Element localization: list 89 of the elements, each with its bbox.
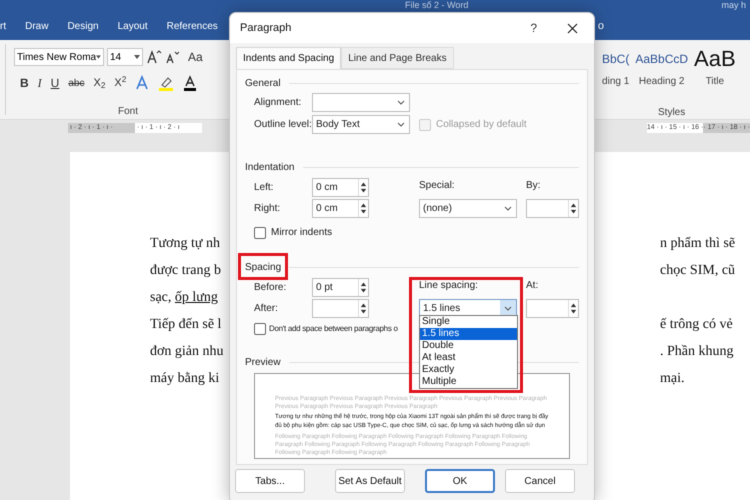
field-label: Line spacing:	[419, 279, 479, 293]
ribbon-tab[interactable]: References	[166, 18, 218, 34]
field-label: Left:	[254, 181, 274, 195]
dialog-button[interactable]: Cancel	[505, 469, 575, 493]
at-field[interactable]	[526, 299, 579, 318]
grow-font-icon[interactable]	[146, 49, 162, 65]
section-heading: Preview	[245, 356, 281, 370]
dropdown-option[interactable]: 1.5 lines	[420, 328, 517, 340]
field-label: At:	[526, 279, 540, 293]
dialog-title: Paragraph	[240, 20, 292, 36]
style-gallery-item[interactable]: AaBbCcD Heading 2	[635, 44, 688, 89]
document-text: chọc SIM, cũ	[660, 262, 736, 280]
dialog-tab[interactable]: Line and Page Breaks	[341, 47, 454, 69]
field-label: Right:	[254, 202, 282, 216]
font-name-field[interactable]: Times New Roma	[14, 48, 104, 66]
font-color-icon[interactable]	[183, 75, 198, 91]
field-label: Special:	[419, 179, 456, 193]
bold-button[interactable]: B	[20, 74, 29, 92]
dropdown-arrow-icon[interactable]	[134, 55, 140, 59]
shrink-font-icon[interactable]	[165, 49, 179, 65]
document-text: n phẩm thì sẽ	[660, 235, 736, 253]
checkbox-label: Mirror indents	[271, 226, 332, 240]
document-text: máy bằng ki	[150, 370, 220, 388]
dropdown-option[interactable]: Double	[420, 340, 517, 352]
document-text: được trang b	[150, 262, 222, 280]
underline-button[interactable]: U	[50, 74, 60, 92]
highlight-frame	[238, 253, 288, 280]
checkbox[interactable]	[254, 226, 266, 238]
dropdown-option[interactable]: Multiple	[420, 376, 517, 388]
style-gallery-item[interactable]: AaB Title	[694, 44, 736, 89]
checkbox[interactable]	[254, 323, 266, 335]
checkbox-label: Don't add space between paragraphs o	[269, 323, 398, 335]
spacing-after-field[interactable]	[312, 299, 369, 318]
ribbon-tab[interactable]: o	[598, 18, 604, 34]
user-name: may h	[721, 0, 746, 10]
dropdown-option[interactable]: Single	[420, 316, 517, 328]
dialog-tab[interactable]: Indents and Spacing	[236, 47, 342, 69]
spinner-arrows-icon[interactable]	[358, 300, 368, 317]
close-icon[interactable]	[567, 22, 578, 34]
text-effects-icon[interactable]	[135, 75, 150, 91]
group-label: Font	[118, 105, 140, 119]
dropdown-arrow-icon[interactable]	[96, 55, 101, 59]
field-label: By:	[526, 179, 542, 193]
ribbon-tab[interactable]: Design	[67, 18, 99, 34]
field-label: Before:	[254, 281, 288, 295]
section-heading: Indentation	[245, 160, 294, 174]
dialog-button[interactable]: Set As Default	[335, 469, 405, 493]
document-text: ế trông có vẻ	[660, 316, 733, 334]
section-heading: General	[245, 76, 281, 90]
spinner-arrows-icon[interactable]	[358, 179, 368, 196]
change-case-button[interactable]: Aa	[188, 48, 203, 66]
strike-button[interactable]: abc	[68, 76, 84, 90]
spinner-arrows-icon[interactable]	[568, 200, 578, 217]
field-label: Alignment:	[254, 96, 302, 110]
by-field[interactable]	[526, 199, 579, 218]
window-title: File số 2 - Word	[405, 0, 468, 10]
spacing-before-field[interactable]: 0 pt	[312, 278, 369, 297]
outline-level-select[interactable]: Body Text	[312, 115, 410, 134]
dialog-button[interactable]: OK	[425, 469, 495, 493]
document-text: sạc, ốp lưng	[150, 289, 219, 307]
checkbox-label: Collapsed by default	[436, 118, 527, 132]
right-indent-field[interactable]: 0 cm	[312, 199, 369, 218]
sup-button[interactable]: X$^{2}$	[114, 74, 126, 92]
special-indent-select[interactable]: (none)	[419, 199, 517, 218]
group-label: Styles	[658, 106, 686, 120]
field-label: Outline level:	[254, 118, 312, 132]
ribbon-tab[interactable]: Draw	[25, 18, 48, 34]
spinner-arrows-icon[interactable]	[568, 300, 578, 317]
dropdown-option[interactable]: Exactly	[420, 364, 517, 376]
field-label: After:	[254, 302, 279, 316]
highlighter-icon[interactable]	[158, 75, 174, 91]
document-text: . Phần khung	[660, 343, 734, 361]
font-size-field[interactable]: 14	[107, 48, 143, 66]
spinner-arrows-icon[interactable]	[358, 200, 368, 217]
document-text: Tương tự nh	[150, 235, 222, 253]
dialog-button[interactable]: Tabs...	[235, 469, 305, 493]
section-heading: Spacing	[245, 260, 282, 274]
sub-button[interactable]: X$_{2}$	[93, 74, 106, 92]
italic-button[interactable]: I	[38, 74, 42, 92]
help-button[interactable]: ?	[530, 19, 537, 37]
dropdown-option[interactable]: At least	[420, 352, 517, 364]
document-text: Tiếp đến sẽ l	[150, 316, 222, 334]
ribbon-tab[interactable]: rt	[0, 18, 6, 34]
ribbon-tab[interactable]: Layout	[118, 18, 148, 34]
left-indent-field[interactable]: 0 cm	[312, 178, 369, 197]
spinner-arrows-icon[interactable]	[358, 279, 368, 296]
document-text: đơn giản nhu	[150, 343, 225, 361]
style-gallery-item[interactable]: BbC( ding 1	[602, 44, 630, 89]
document-text: mại.	[660, 370, 684, 388]
